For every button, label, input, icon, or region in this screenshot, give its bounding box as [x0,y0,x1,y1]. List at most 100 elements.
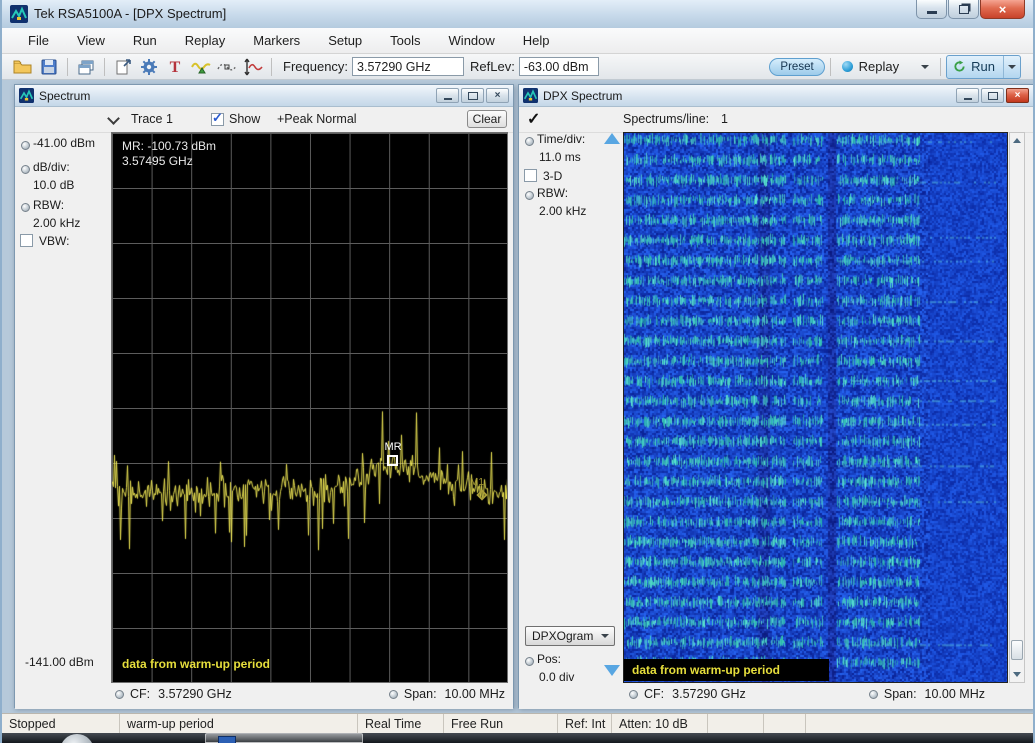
db-div-label[interactable]: dB/div: [33,160,70,174]
dpx-window-title: DPX Spectrum [543,89,622,103]
spectrum-trace-controls: Trace 1 ✓ Show +Peak Normal Clear [15,107,513,133]
spectrums-line-value[interactable]: 1 [721,112,728,126]
menu-setup[interactable]: Setup [314,29,376,52]
adjust-knob-icon[interactable] [21,203,30,212]
trace-mode-dropdown[interactable]: DPXOgram [525,626,615,646]
dpx-annotation: data from warm-up period [632,663,780,677]
menu-markers[interactable]: Markers [239,29,314,52]
scrollbar-down-button[interactable] [1010,667,1024,682]
cf-value[interactable]: 3.57290 GHz [158,687,232,701]
dpx-rbw-label[interactable]: RBW: [537,186,568,200]
scroll-up-arrow[interactable] [604,133,620,144]
dpx-maximize-button[interactable] [981,88,1004,103]
menu-run[interactable]: Run [119,29,171,52]
adjust-knob-icon[interactable] [629,690,638,699]
adjust-knob-icon[interactable] [525,657,534,666]
adjust-knob-icon[interactable] [21,165,30,174]
open-folder-icon[interactable] [12,57,34,77]
spectrum-window-icon [19,88,34,103]
scroll-down-arrow[interactable] [604,665,620,676]
rbw-value: 2.00 kHz [33,216,80,230]
cf-label: CF: [130,687,150,701]
toolbar-separator [271,58,272,76]
gear-icon[interactable] [138,57,160,77]
chevron-down-icon[interactable] [107,112,120,125]
reflev-input[interactable] [519,57,599,76]
span-label: Span: [404,687,437,701]
menu-help[interactable]: Help [509,29,564,52]
dpx-minimize-button[interactable] [956,88,979,103]
app-icon [10,5,28,23]
dpx-titlebar[interactable]: DPX Spectrum × [519,85,1033,107]
vbw-checkbox[interactable] [20,234,33,247]
maximize-icon [468,92,478,100]
menu-file[interactable]: File [14,29,63,52]
page-arrow-icon[interactable] [112,57,134,77]
show-checkbox[interactable]: ✓ [211,113,224,126]
adjust-knob-icon[interactable] [869,690,878,699]
windows-layout-icon[interactable] [75,57,97,77]
spectrum-plot[interactable]: MR: -100.73 dBm 3.57495 GHz MR M1 data f… [111,132,508,683]
dpx-span-value[interactable]: 10.00 MHz [925,687,985,701]
save-icon[interactable] [38,57,60,77]
menu-replay[interactable]: Replay [171,29,239,52]
threed-checkbox[interactable] [524,169,537,182]
svg-text:T: T [170,59,181,76]
pos-label[interactable]: Pos: [537,652,561,666]
replay-dropdown-arrow[interactable] [921,65,929,69]
toolbar: T Frequency: RefLev: Preset Replay Run [2,54,1033,80]
amplitude-icon[interactable] [242,57,264,77]
close-button[interactable]: × [980,0,1025,19]
clear-button[interactable]: Clear [467,110,507,128]
dpx-cf-value[interactable]: 3.57290 GHz [672,687,746,701]
titlebar[interactable]: Tek RSA5100A - [DPX Spectrum] × [2,0,1033,29]
marker-icon[interactable] [216,57,238,77]
minimize-button[interactable] [916,0,947,19]
minimize-icon [444,98,452,100]
spectrum-close-button[interactable]: × [486,88,509,103]
spectrum-maximize-button[interactable] [461,88,484,103]
menu-window[interactable]: Window [435,29,509,52]
span-value[interactable]: 10.00 MHz [445,687,505,701]
taskbar-app-button[interactable] [205,733,363,743]
menu-tools[interactable]: Tools [376,29,434,52]
replay-label: Replay [859,59,899,74]
reflev-label: RefLev: [470,59,515,74]
trace-icon[interactable] [190,57,212,77]
dpx-scrollbar[interactable] [1009,132,1025,683]
adjust-knob-icon[interactable] [115,690,124,699]
preset-button[interactable]: Preset [769,58,824,76]
menu-view[interactable]: View [63,29,119,52]
run-dropdown-arrow[interactable] [1003,56,1020,78]
frequency-input[interactable] [352,57,464,76]
dpx-close-button[interactable]: × [1006,88,1029,103]
dpxogram-canvas[interactable] [624,133,1007,682]
adjust-knob-icon[interactable] [21,141,30,150]
ref-level-top[interactable]: -41.00 dBm [33,136,95,150]
scrollbar-thumb[interactable] [1011,640,1023,660]
detection-mode-label: +Peak Normal [277,112,357,126]
text-tool-icon[interactable]: T [164,57,186,77]
spectrum-trace-canvas[interactable] [112,133,507,682]
adjust-knob-icon[interactable] [389,690,398,699]
restore-button[interactable] [948,0,979,19]
dpx-cf-label: CF: [644,687,664,701]
spectrum-titlebar[interactable]: Spectrum × [15,85,513,107]
start-button[interactable] [60,734,94,743]
rbw-label[interactable]: RBW: [33,198,64,212]
dpx-enabled-check-icon[interactable]: ✓ [527,109,540,129]
restore-icon [959,5,969,14]
scrollbar-up-button[interactable] [1010,133,1024,148]
dpxogram-plot[interactable]: data from warm-up period [623,132,1008,683]
dpx-controls: ✓ Spectrums/line: 1 [519,107,1033,133]
adjust-knob-icon[interactable] [525,191,534,200]
replay-button[interactable]: Replay [842,59,929,74]
run-button[interactable]: Run [946,55,1021,79]
windows-taskbar[interactable] [2,733,1033,743]
time-div-label[interactable]: Time/div: [537,132,585,146]
adjust-knob-icon[interactable] [525,137,534,146]
spectrum-minimize-button[interactable] [436,88,459,103]
run-button-main[interactable]: Run [947,56,1003,78]
trace-selector[interactable]: Trace 1 [131,112,173,126]
marker-mr-icon[interactable] [387,455,398,466]
